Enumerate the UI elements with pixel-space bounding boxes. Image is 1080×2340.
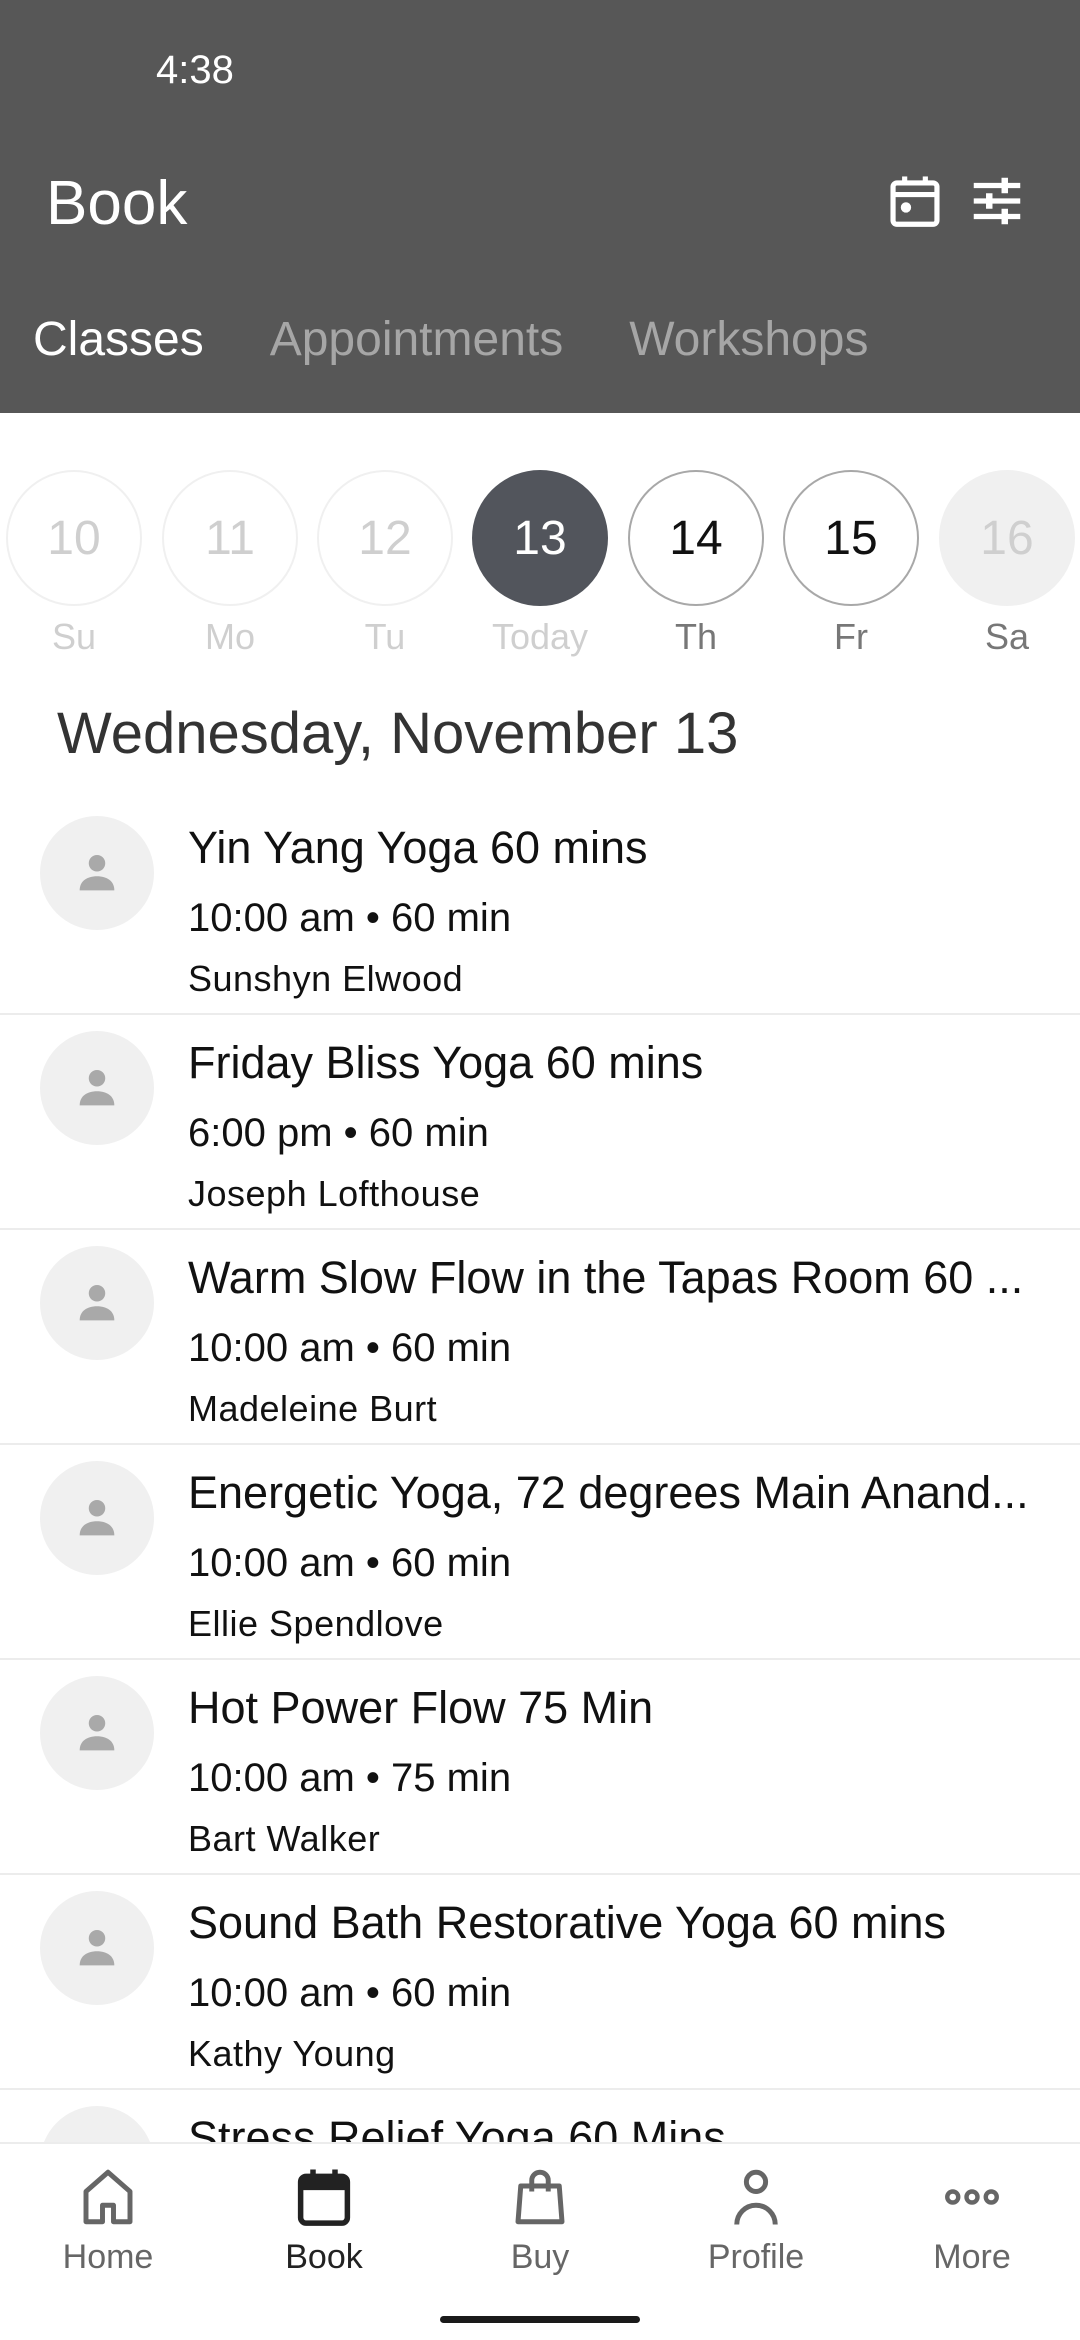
class-time: 6:00 pm • 60 min [188,1111,489,1155]
nav-label: More [933,2238,1011,2276]
nav-home[interactable]: Home [0,2164,216,2277]
class-title: Stress Relief Yoga 60 Mins [188,2112,726,2142]
teacher-avatar [40,1461,154,1575]
nav-label: Buy [510,2238,570,2276]
class-list-item[interactable]: Warm Slow Flow in the Tapas Room 60 ... … [0,1230,1080,1445]
nav-label: Book [285,2238,363,2276]
class-time: 10:00 am • 75 min [188,1756,512,1800]
bottom-navigation: Home Book Buy Profile More [0,2142,1080,2340]
class-title: Sound Bath Restorative Yoga 60 mins [188,1897,947,1948]
person-placeholder-icon [79,1285,115,1321]
person-placeholder-icon [79,855,115,891]
calendar-icon[interactable] [884,170,946,232]
calendar-icon [297,2169,351,2226]
tab-classes[interactable]: Classes [33,312,204,382]
nav-book[interactable]: Book [216,2164,432,2277]
day-number: 11 [162,470,298,606]
class-teacher: Joseph Lofthouse [188,1173,481,1214]
booking-tabs: Classes Appointments Workshops [0,312,934,382]
day-number: 14 [628,470,764,606]
page-title: Book [46,169,188,238]
day-13-today[interactable]: 13 Today [472,470,608,658]
app-header: 4:38 Book Classes Appointments Workshops [0,0,1080,413]
selected-date-heading: Wednesday, November 13 [57,701,739,766]
date-strip: 10 Su 11 Mo 12 Tu 13 Today 14 Th 15 Fr 1… [0,470,1080,670]
class-list-item[interactable]: Hot Power Flow 75 Min 10:00 am • 75 min … [0,1660,1080,1875]
teacher-avatar [40,1246,154,1360]
nav-more[interactable]: More [864,2164,1080,2277]
day-label: Th [674,616,717,657]
shopping-bag-icon [515,2169,565,2225]
teacher-avatar [40,1891,154,2005]
day-label: Tu [364,616,406,657]
class-title: Yin Yang Yoga 60 mins [188,822,648,873]
class-list-item[interactable]: Energetic Yoga, 72 degrees Main Anand...… [0,1445,1080,1660]
day-14[interactable]: 14 Th [628,470,764,658]
nav-label: Profile [707,2238,805,2276]
class-list: Yin Yang Yoga 60 mins 10:00 am • 60 min … [0,800,1080,2142]
filter-sliders-icon[interactable] [966,170,1028,232]
nav-buy[interactable]: Buy [432,2164,648,2277]
day-15[interactable]: 15 Fr [783,470,919,658]
class-time: 10:00 am • 60 min [188,1971,512,2015]
person-placeholder-icon [79,1500,115,1536]
day-12[interactable]: 12 Tu [317,470,453,658]
person-placeholder-icon [79,1715,115,1751]
tab-appointments[interactable]: Appointments [270,312,564,382]
day-16[interactable]: 16 Sa [939,470,1075,658]
class-teacher: Madeleine Burt [188,1388,438,1429]
class-teacher: Kathy Young [188,2033,396,2074]
nav-label: Home [62,2238,154,2276]
class-teacher: Ellie Spendlove [188,1603,444,1644]
day-10[interactable]: 10 Su [6,470,142,658]
home-indicator[interactable] [440,2316,640,2323]
teacher-avatar [40,816,154,930]
day-label: Fr [834,616,868,657]
teacher-avatar [40,1676,154,1790]
day-number: 10 [6,470,142,606]
class-title: Energetic Yoga, 72 degrees Main Anand... [188,1467,1029,1518]
class-list-item[interactable]: Yin Yang Yoga 60 mins 10:00 am • 60 min … [0,800,1080,1015]
home-icon [83,2169,133,2225]
class-time: 10:00 am • 60 min [188,896,512,940]
day-number: 16 [939,470,1075,606]
more-dots-icon [945,2189,999,2205]
day-number: 13 [472,470,608,606]
nav-profile[interactable]: Profile [648,2164,864,2277]
day-number: 15 [783,470,919,606]
status-bar-time: 4:38 [156,48,234,92]
person-placeholder-icon [79,1070,115,1106]
teacher-avatar [40,1031,154,1145]
teacher-avatar [40,2106,154,2142]
class-time: 10:00 am • 60 min [188,1541,512,1585]
day-number: 12 [317,470,453,606]
class-list-item[interactable]: Stress Relief Yoga 60 Mins [0,2090,1080,2142]
class-title: Hot Power Flow 75 Min [188,1682,654,1733]
class-list-item[interactable]: Friday Bliss Yoga 60 mins 6:00 pm • 60 m… [0,1015,1080,1230]
class-title: Friday Bliss Yoga 60 mins [188,1037,704,1088]
class-title: Warm Slow Flow in the Tapas Room 60 ... [188,1252,1024,1303]
class-time: 10:00 am • 60 min [188,1326,512,1370]
day-11[interactable]: 11 Mo [162,470,298,658]
day-label: Sa [984,616,1030,657]
day-label: Mo [204,616,255,657]
class-list-item[interactable]: Sound Bath Restorative Yoga 60 mins 10:0… [0,1875,1080,2090]
day-label: Su [51,616,97,657]
person-placeholder-icon [79,1930,115,1966]
person-icon [734,2169,778,2225]
class-teacher: Bart Walker [188,1818,381,1859]
day-label: Today [491,616,589,657]
tab-workshops[interactable]: Workshops [629,312,868,382]
class-teacher: Sunshyn Elwood [188,958,464,999]
